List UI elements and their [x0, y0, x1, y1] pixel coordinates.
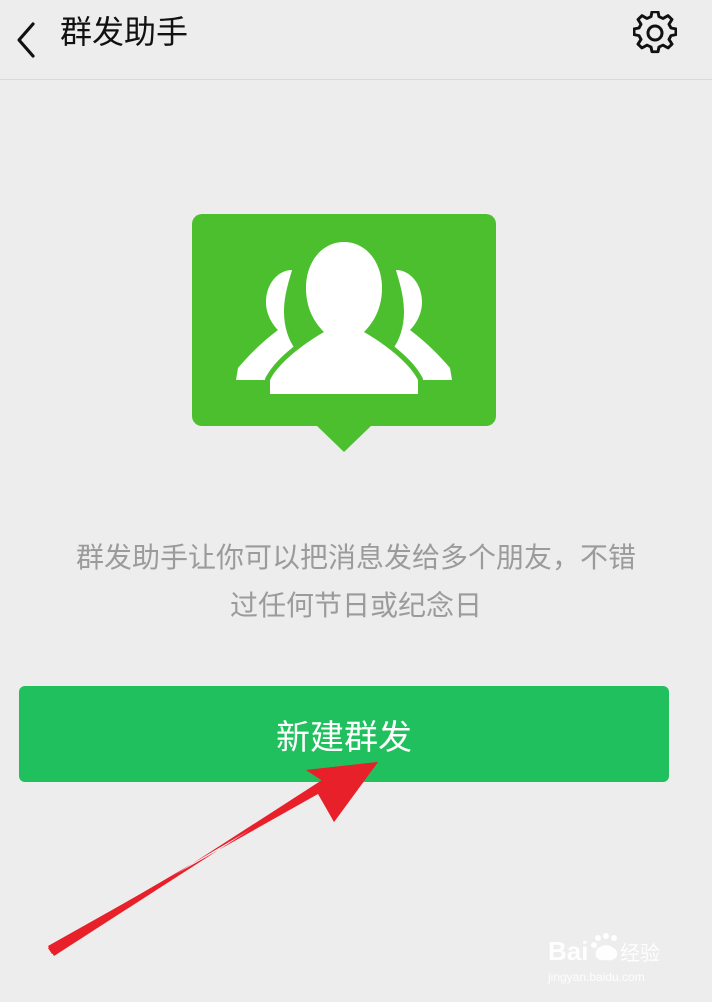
- back-button[interactable]: [0, 0, 52, 80]
- feature-description: 群发助手让你可以把消息发给多个朋友，不错 过任何节日或纪念日: [40, 534, 672, 630]
- description-line-2: 过任何节日或纪念日: [229, 589, 482, 622]
- baidu-paw-logo: Bai 经验: [548, 933, 660, 966]
- svg-text:经验: 经验: [620, 941, 660, 965]
- top-bar: 群发助手: [0, 0, 712, 80]
- red-annotation-arrow: [48, 762, 378, 956]
- chevron-left-icon: [17, 22, 35, 58]
- svg-text:Bai: Bai: [548, 936, 588, 966]
- group-message-illustration: [192, 214, 496, 454]
- group-users-icon: [192, 214, 496, 452]
- new-broadcast-button[interactable]: 新建群发: [19, 686, 669, 782]
- settings-button[interactable]: [630, 8, 680, 58]
- page-title: 群发助手: [60, 13, 189, 51]
- watermark-url: jingyan.baidu.com: [548, 970, 645, 984]
- baidu-watermark: Bai 经验 jingyan.baidu.com: [548, 930, 678, 990]
- gear-icon: [633, 11, 677, 54]
- description-line-1: 群发助手让你可以把消息发给多个朋友，不错: [75, 541, 636, 574]
